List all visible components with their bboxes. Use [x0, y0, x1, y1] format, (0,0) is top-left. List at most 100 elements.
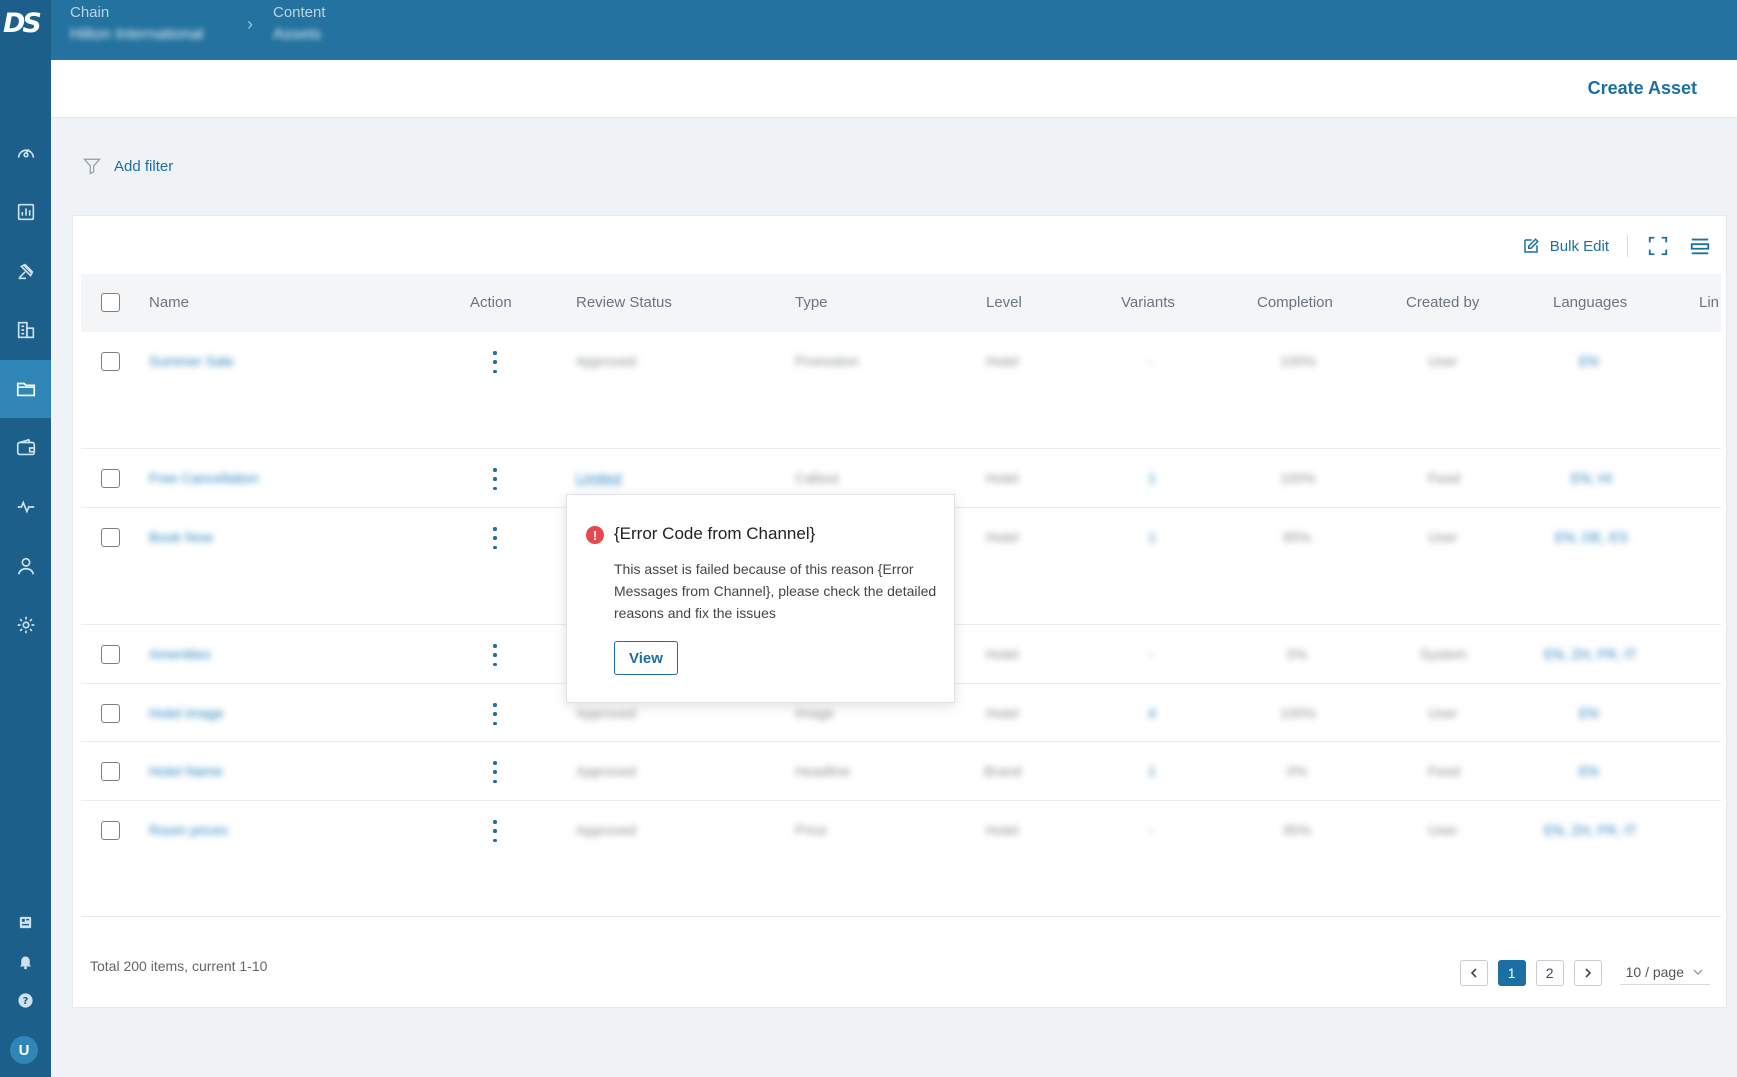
more-actions-icon[interactable]	[488, 644, 502, 666]
nav-billing[interactable]	[0, 419, 51, 477]
app-logo: DS	[3, 8, 42, 39]
more-actions-icon[interactable]	[488, 468, 502, 490]
asset-name-link[interactable]: Book Now	[149, 529, 213, 545]
column-header-level[interactable]: Level	[986, 294, 1022, 311]
asset-level: Hotel	[986, 529, 1019, 545]
asset-name-link[interactable]: Free Cancellation	[149, 470, 259, 486]
asset-name-link[interactable]: Amenities	[149, 646, 210, 662]
building-icon	[17, 321, 34, 339]
fullscreen-button[interactable]	[1646, 234, 1670, 258]
sidebar: DS ? U	[0, 0, 51, 1077]
nav-notifications[interactable]	[0, 946, 51, 976]
nav-help[interactable]: ?	[0, 985, 51, 1015]
column-header-languages[interactable]: Languages	[1553, 294, 1627, 311]
nav-dashboard[interactable]	[0, 124, 51, 182]
languages-link[interactable]: EN	[1579, 353, 1598, 369]
column-header-name[interactable]: Name	[149, 294, 189, 311]
column-header-type[interactable]: Type	[795, 294, 828, 311]
asset-name-link[interactable]: Room prices	[149, 822, 228, 838]
nav-settings[interactable]	[0, 596, 51, 654]
nav-content[interactable]	[0, 360, 51, 418]
page-2-button[interactable]: 2	[1535, 960, 1564, 986]
variants-link[interactable]: 1	[1148, 470, 1156, 486]
completion-value: 95%	[1283, 822, 1312, 838]
prev-page-button[interactable]	[1459, 960, 1488, 986]
page-1-button[interactable]: 1	[1497, 960, 1526, 986]
nav-reports[interactable]	[0, 183, 51, 241]
row-checkbox[interactable]	[101, 762, 120, 781]
chevron-right-icon	[1585, 968, 1591, 978]
chevron-down-icon	[1693, 969, 1703, 975]
asset-type: Price	[795, 822, 827, 838]
asset-level: Hotel	[986, 470, 1019, 486]
nav-users[interactable]	[0, 537, 51, 595]
languages-link[interactable]: EN, ZH, FR, IT	[1544, 822, 1637, 838]
variants-count: -	[1148, 353, 1153, 369]
row-checkbox[interactable]	[101, 704, 120, 723]
nav-marketing[interactable]	[0, 242, 51, 300]
column-header-completion[interactable]: Completion	[1257, 294, 1333, 311]
more-actions-icon[interactable]	[488, 761, 502, 783]
asset-type: Promotion	[795, 353, 859, 369]
more-actions-icon[interactable]	[488, 703, 502, 725]
completion-value: 0%	[1287, 646, 1308, 662]
created-by: User	[1428, 822, 1458, 838]
more-actions-icon[interactable]	[488, 351, 502, 373]
review-status-link[interactable]: Limited	[576, 470, 621, 486]
view-button[interactable]: View	[614, 641, 678, 675]
languages-link[interactable]: EN, HI	[1571, 470, 1612, 486]
asset-level: Hotel	[986, 822, 1019, 838]
top-bar: Chain Hilton International › Content Ass…	[51, 0, 1737, 60]
table-row[interactable]: Hotel Name Approved Headline Brand 1 0% …	[81, 742, 1721, 801]
page-size-select[interactable]: 10 / page	[1619, 962, 1710, 985]
variants-link[interactable]: 1	[1148, 763, 1156, 779]
asset-name-link[interactable]: Summer Sale	[149, 353, 234, 369]
asset-name-link[interactable]: Hotel image	[149, 705, 224, 721]
asset-level: Hotel	[986, 705, 1019, 721]
review-status: Approved	[576, 353, 636, 369]
nav-properties[interactable]	[0, 301, 51, 359]
breadcrumb-content-value: Assets	[273, 26, 322, 43]
row-checkbox[interactable]	[101, 528, 120, 547]
bulk-edit-button[interactable]: Bulk Edit	[1522, 237, 1609, 255]
languages-link[interactable]: EN	[1579, 763, 1598, 779]
more-actions-icon[interactable]	[488, 527, 502, 549]
column-settings-button[interactable]	[1688, 234, 1712, 258]
column-header-review-status[interactable]: Review Status	[576, 294, 672, 311]
table-row[interactable]: Summer Sale Approved Promotion Hotel - 1…	[81, 332, 1721, 449]
nav-activity[interactable]	[0, 478, 51, 536]
user-icon	[17, 557, 34, 575]
languages-link[interactable]: EN	[1579, 705, 1598, 721]
row-checkbox[interactable]	[101, 645, 120, 664]
languages-link[interactable]: EN, ZH, FR, IT	[1544, 646, 1637, 662]
variants-link[interactable]: 1	[1148, 529, 1156, 545]
row-checkbox[interactable]	[101, 352, 120, 371]
dashboard-icon	[17, 148, 34, 158]
column-header-variants[interactable]: Variants	[1121, 294, 1175, 311]
add-filter-button[interactable]: Add filter	[82, 156, 173, 176]
create-asset-button[interactable]: Create Asset	[1588, 78, 1697, 99]
row-checkbox[interactable]	[101, 469, 120, 488]
error-popover: ! {Error Code from Channel} This asset i…	[566, 494, 955, 703]
column-header-links[interactable]: Lin	[1699, 294, 1719, 311]
breadcrumb-chain[interactable]: Chain Hilton International	[70, 4, 203, 44]
filter-icon	[83, 158, 101, 175]
asset-name-link[interactable]: Hotel Name	[149, 763, 223, 779]
select-all-checkbox[interactable]	[101, 293, 120, 312]
review-status: Approved	[576, 763, 636, 779]
asset-type: Callout	[795, 470, 839, 486]
row-checkbox[interactable]	[101, 821, 120, 840]
more-actions-icon[interactable]	[488, 820, 502, 842]
user-avatar[interactable]: U	[10, 1036, 38, 1064]
popover-message: This asset is failed because of this rea…	[614, 561, 937, 621]
table-row[interactable]: Room prices Approved Price Hotel - 95% U…	[81, 801, 1721, 859]
nav-news[interactable]	[0, 907, 51, 937]
breadcrumb-content[interactable]: Content Assets	[273, 4, 326, 44]
next-page-button[interactable]	[1573, 960, 1602, 986]
column-header-created-by[interactable]: Created by	[1406, 294, 1479, 311]
variants-count: -	[1148, 822, 1153, 838]
variants-link[interactable]: 4	[1148, 705, 1156, 721]
completion-value: 95%	[1283, 529, 1312, 545]
languages-link[interactable]: EN, DE, ES	[1555, 529, 1628, 545]
activity-icon	[17, 500, 34, 514]
